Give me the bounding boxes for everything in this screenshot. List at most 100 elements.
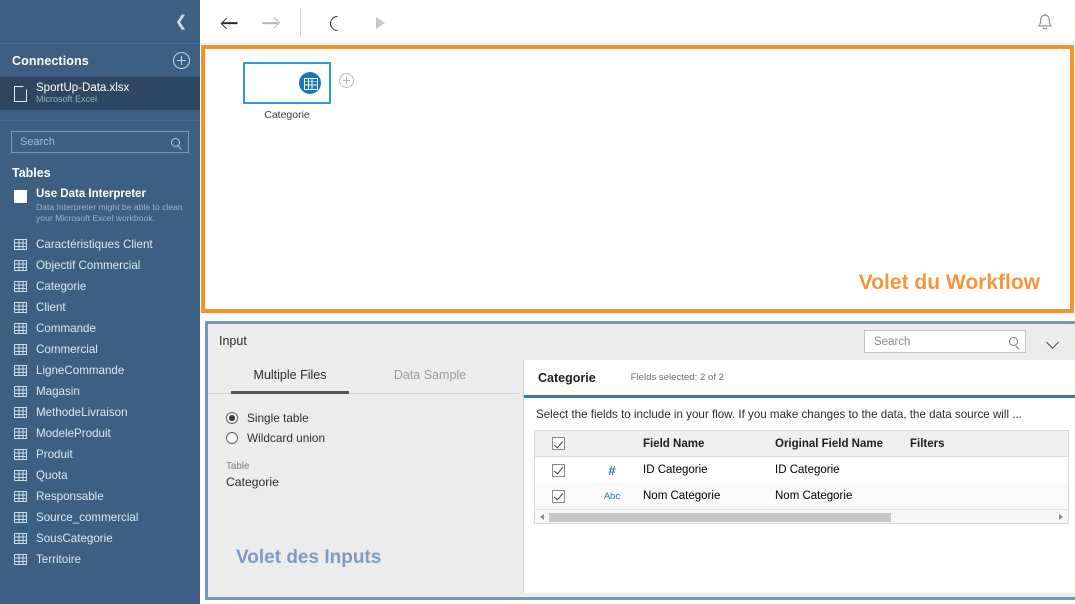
database-table-icon (299, 72, 321, 94)
input-pane: Input Search Multiple Files Data Sample … (205, 321, 1075, 600)
table-grid-icon (14, 385, 27, 397)
search-input[interactable]: Search (11, 131, 189, 153)
sidebar-table-label: LigneCommande (36, 363, 125, 377)
sidebar-table-label: Commande (36, 321, 96, 335)
field-checkbox[interactable] (551, 463, 565, 477)
field-checkbox[interactable] (551, 489, 565, 503)
sidebar-table-label: MethodeLivraison (36, 405, 128, 419)
top-toolbar (200, 0, 1075, 44)
field-checkbox-cell[interactable] (535, 463, 581, 477)
field-name: Nom Categorie (643, 490, 721, 502)
table-field-label: Table (226, 461, 250, 472)
notifications-button[interactable] (1035, 12, 1055, 34)
run-flow-button[interactable] (368, 11, 392, 35)
fields-panel: Categorie Fields selected: 2 of 2 Select… (523, 360, 1075, 593)
arrow-right-icon (262, 22, 278, 24)
sidebar-table-item[interactable]: MethodeLivraison (0, 402, 200, 423)
workflow-pane[interactable]: Categorie Volet du Workflow (201, 45, 1074, 313)
refresh-button[interactable] (325, 11, 349, 35)
input-tabs: Multiple Files Data Sample (208, 360, 519, 394)
input-pane-title: Input (219, 334, 247, 348)
sidebar-table-item[interactable]: Territoire (0, 549, 200, 570)
table-grid-icon (14, 553, 27, 565)
data-interpreter-row[interactable]: Use Data Interpreter Data Interpreter mi… (0, 186, 200, 225)
fields-table-header-row: Field Name Original Field Name Filters (535, 431, 1068, 457)
data-interpreter-description: Data Interpreter might be able to clean … (36, 202, 183, 224)
sidebar-table-label: Magasin (36, 384, 80, 398)
connection-item[interactable]: SportUp-Data.xlsx Microsoft Excel (0, 77, 200, 110)
fields-table-hscrollbar[interactable] (535, 509, 1068, 523)
input-settings-panel: Multiple Files Data Sample Single table … (208, 360, 519, 593)
sidebar-table-item[interactable]: Commande (0, 318, 200, 339)
radio-label-wildcard-union: Wildcard union (247, 431, 326, 445)
tables-list: Caractéristiques Client Objectif Commerci… (0, 234, 200, 570)
flow-node-box[interactable] (243, 62, 331, 104)
table-grid-icon (14, 406, 27, 418)
select-all-cell[interactable] (535, 437, 581, 450)
tableau-prep-window: ❮ Connections SportUp-Data.xlsx Microsof… (0, 0, 1075, 604)
table-grid-icon (14, 448, 27, 460)
scroll-right-icon[interactable] (1059, 514, 1063, 520)
sidebar-table-item[interactable]: ModeleProduit (0, 423, 200, 444)
sidebar-table-label: Source_commercial (36, 510, 139, 524)
refresh-icon (326, 12, 348, 34)
table-grid-icon (14, 490, 27, 502)
hscrollbar-thumb[interactable] (549, 513, 891, 522)
sidebar-table-item[interactable]: Categorie (0, 276, 200, 297)
table-field-value[interactable]: Categorie (226, 475, 519, 489)
sidebar-table-label: Produit (36, 447, 73, 461)
sidebar-table-item[interactable]: Magasin (0, 381, 200, 402)
radio-wildcard-union[interactable] (226, 432, 238, 444)
add-step-icon[interactable] (339, 73, 354, 88)
sidebar-table-item[interactable]: Commercial (0, 339, 200, 360)
sidebar-table-item[interactable]: Source_commercial (0, 507, 200, 528)
sidebar-table-label: Objectif Commercial (36, 258, 141, 272)
table-grid-icon (14, 364, 27, 376)
sidebar-table-item[interactable]: Objectif Commercial (0, 255, 200, 276)
table-grid-icon (14, 343, 27, 355)
radio-row-wildcard-union[interactable]: Wildcard union (226, 428, 519, 448)
arrow-left-icon (222, 22, 238, 24)
radio-single-table[interactable] (226, 412, 238, 424)
table-grid-icon (14, 469, 27, 481)
chevron-left-icon[interactable]: ❮ (170, 11, 192, 33)
table-field: Table Categorie (208, 448, 519, 489)
forward-button[interactable] (258, 11, 282, 35)
column-field-name: Field Name (643, 437, 705, 450)
sidebar-table-item[interactable]: LigneCommande (0, 360, 200, 381)
table-grid-icon (14, 532, 27, 544)
back-button[interactable] (218, 11, 242, 35)
search-icon (171, 137, 180, 147)
sidebar-table-item[interactable]: SousCategorie (0, 528, 200, 549)
number-type-icon: # (608, 462, 616, 478)
table-grid-icon (14, 280, 27, 292)
radio-row-single-table[interactable]: Single table (226, 408, 519, 428)
sidebar-table-item[interactable]: Quota (0, 465, 200, 486)
flow-node-categorie[interactable]: Categorie (243, 62, 363, 121)
sidebar-table-item[interactable]: Client (0, 297, 200, 318)
field-checkbox-cell[interactable] (535, 489, 581, 503)
sidebar-table-item[interactable]: Caractéristiques Client (0, 234, 200, 255)
add-connection-icon[interactable] (173, 52, 190, 69)
file-icon (14, 85, 28, 102)
connections-divider (0, 110, 200, 121)
input-search-field[interactable]: Search (864, 330, 1026, 353)
table-grid-icon (14, 238, 27, 250)
sidebar-table-label: Client (36, 300, 66, 314)
field-row[interactable]: Abc Nom Categorie Nom Categorie (535, 483, 1068, 509)
fields-selected-count: Fields selected: 2 of 2 (630, 372, 724, 383)
left-sidebar: ❮ Connections SportUp-Data.xlsx Microsof… (0, 0, 200, 604)
original-field-name: Nom Categorie (775, 490, 853, 502)
string-type-icon: Abc (603, 491, 621, 502)
sidebar-table-item[interactable]: Produit (0, 444, 200, 465)
field-name: ID Categorie (643, 464, 708, 476)
fields-description: Select the fields to include in your flo… (536, 408, 1022, 421)
select-all-checkbox[interactable] (551, 437, 565, 450)
field-row[interactable]: # ID Categorie ID Categorie (535, 457, 1068, 483)
data-interpreter-checkbox[interactable] (14, 190, 27, 203)
sidebar-table-item[interactable]: Responsable (0, 486, 200, 507)
scroll-left-icon[interactable] (540, 514, 544, 520)
chevron-down-icon[interactable] (1046, 336, 1059, 349)
tab-multiple-files[interactable]: Multiple Files (215, 360, 365, 394)
tab-data-sample[interactable]: Data Sample (365, 360, 495, 393)
